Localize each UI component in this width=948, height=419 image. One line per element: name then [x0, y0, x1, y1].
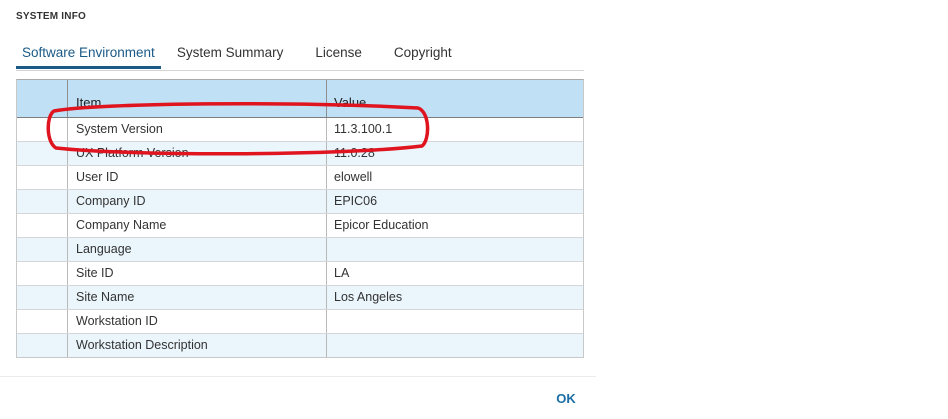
row-selector[interactable] — [17, 286, 68, 309]
tab-software-environment[interactable]: Software Environment — [16, 40, 161, 69]
row-selector[interactable] — [17, 310, 68, 333]
row-item: Company Name — [68, 214, 327, 237]
row-item: Company ID — [68, 190, 327, 213]
row-value: Los Angeles — [334, 290, 403, 304]
table-row[interactable]: User ID elowell — [17, 166, 583, 190]
tab-bar: Software Environment System Summary Lice… — [16, 40, 584, 71]
row-value: LA — [334, 266, 350, 280]
table-row[interactable]: Workstation ID — [17, 310, 583, 334]
row-value — [327, 310, 583, 333]
tab-license[interactable]: License — [299, 40, 378, 69]
row-selector[interactable] — [17, 166, 68, 189]
header-selector-cell — [17, 80, 68, 117]
row-value: 11.0.28 — [334, 146, 375, 160]
row-selector[interactable] — [17, 214, 68, 237]
table-row[interactable]: UX Platform Version 11.0.28 — [17, 142, 583, 166]
row-value — [327, 238, 583, 261]
dialog-title: SYSTEM INFO — [16, 11, 86, 22]
tab-copyright[interactable]: Copyright — [378, 40, 468, 69]
software-environment-grid: Item Value System Version 11.3.100.1 UX … — [16, 79, 584, 358]
system-info-dialog: SYSTEM INFO Software Environment System … — [0, 0, 596, 419]
row-item: Workstation ID — [68, 310, 327, 333]
row-selector[interactable] — [17, 118, 68, 141]
row-value: elowell — [334, 170, 373, 184]
row-item: System Version — [68, 118, 327, 141]
row-item: Language — [68, 238, 327, 261]
table-row[interactable]: Language — [17, 238, 583, 262]
row-selector[interactable] — [17, 262, 68, 285]
row-value: EPIC06 — [334, 194, 378, 208]
row-value: 11.3.100.1 — [334, 122, 393, 136]
row-item: Site ID — [68, 262, 327, 285]
row-item: Site Name — [68, 286, 327, 309]
row-item: Workstation Description — [68, 334, 327, 357]
grid-header: Item Value — [17, 80, 583, 118]
table-row[interactable]: System Version 11.3.100.1 — [17, 118, 583, 142]
ok-button[interactable]: OK — [550, 388, 582, 410]
row-selector[interactable] — [17, 142, 68, 165]
row-item: UX Platform Version — [68, 142, 327, 165]
row-selector[interactable] — [17, 334, 68, 357]
row-item: User ID — [68, 166, 327, 189]
row-selector[interactable] — [17, 238, 68, 261]
table-row[interactable]: Site ID LA — [17, 262, 583, 286]
table-row[interactable]: Company ID EPIC06 — [17, 190, 583, 214]
column-header-item[interactable]: Item — [68, 80, 327, 117]
row-value: Epicor Education — [334, 218, 429, 232]
column-header-value[interactable]: Value — [327, 80, 583, 117]
table-row[interactable]: Site Name Los Angeles — [17, 286, 583, 310]
tab-system-summary[interactable]: System Summary — [161, 40, 300, 69]
row-value — [327, 334, 583, 357]
row-selector[interactable] — [17, 190, 68, 213]
footer-divider — [0, 376, 596, 377]
table-row[interactable]: Workstation Description — [17, 334, 583, 357]
table-row[interactable]: Company Name Epicor Education — [17, 214, 583, 238]
